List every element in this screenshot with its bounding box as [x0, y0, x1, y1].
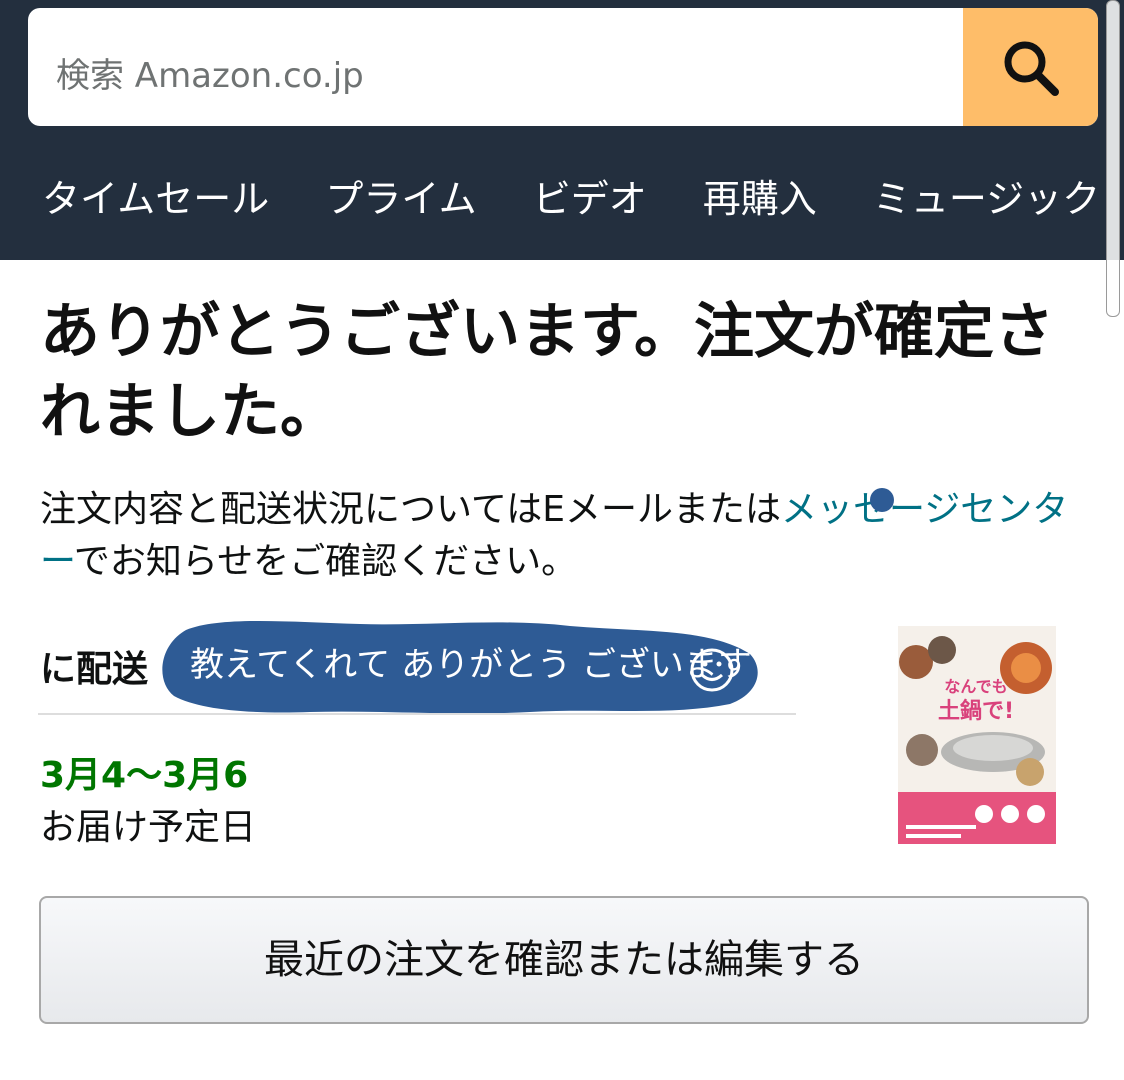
header: 検索 Amazon.co.jp タイムセール プライム ビデオ 再購入 ミュージ…: [0, 0, 1124, 260]
nav-item-music[interactable]: ミュージック: [873, 168, 1100, 223]
nav-item-timesale[interactable]: タイムセール: [42, 168, 269, 223]
nav-item-rebuy[interactable]: 再購入: [703, 168, 817, 223]
nav-item-prime[interactable]: プライム: [325, 168, 476, 223]
page-title: ありがとうございます。注文が確定されました。: [40, 297, 1054, 447]
book-cover-image: なんでも 土鍋で!: [898, 626, 1056, 844]
nav-bar: タイムセール プライム ビデオ 再購入 ミュージック: [42, 168, 1124, 223]
scrollbar[interactable]: [1106, 0, 1120, 317]
delivery-heading: に配送: [40, 649, 149, 690]
annotation-dot: [870, 488, 894, 512]
confirmation-message: 注文内容と配送状況についてはEメールまたはメッセージセンターでお知らせをご確認く…: [40, 484, 1100, 588]
nav-item-video[interactable]: ビデオ: [533, 168, 647, 223]
delivery-date: 3月4〜3月6: [40, 755, 249, 796]
search-bar: 検索 Amazon.co.jp: [28, 8, 1098, 126]
search-input[interactable]: 検索 Amazon.co.jp: [56, 48, 364, 97]
confirmation-suffix: でお知らせをご確認ください。: [73, 541, 578, 582]
product-image[interactable]: なんでも 土鍋で!: [898, 626, 1056, 844]
annotation-text: 教えてくれて ありがとう ございます: [190, 645, 752, 685]
view-edit-orders-button[interactable]: 最近の注文を確認または編集する: [39, 896, 1089, 1024]
search-icon: [1004, 41, 1059, 96]
svg-text:土鍋で!: 土鍋で!: [938, 698, 1014, 724]
confirmation-text: 注文内容と配送状況についてはEメールまたは: [40, 489, 781, 530]
search-button[interactable]: [963, 8, 1098, 126]
divider: [38, 713, 796, 715]
handwritten-annotation: 教えてくれて ありがとう ございます: [162, 621, 758, 714]
svg-text:なんでも: なんでも: [944, 677, 1007, 696]
delivery-date-label: お届け予定日: [40, 807, 257, 848]
